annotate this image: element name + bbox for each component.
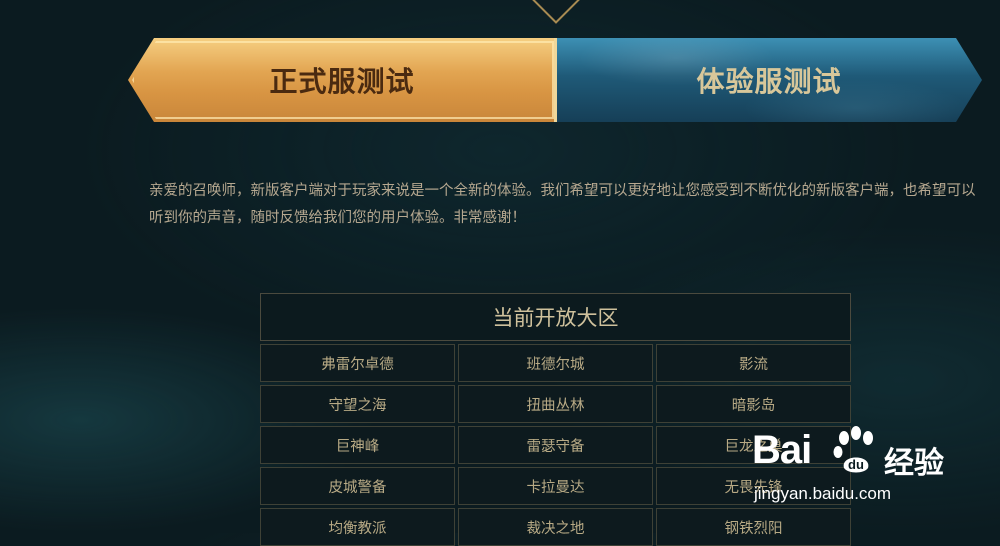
server-cell[interactable]: 弗雷尔卓德 [260, 344, 455, 382]
server-cell[interactable]: 班德尔城 [458, 344, 653, 382]
server-cell[interactable]: 巨龙之巢 [656, 426, 851, 464]
server-table: 当前开放大区 弗雷尔卓德 班德尔城 影流 守望之海 扭曲丛林 暗影岛 巨神峰 雷… [260, 293, 851, 546]
tab-formal-server-test[interactable]: 正式服测试 [128, 38, 556, 122]
server-cell[interactable]: 均衡教派 [260, 508, 455, 546]
server-cell[interactable]: 无畏先锋 [656, 467, 851, 505]
server-cell[interactable]: 皮城警备 [260, 467, 455, 505]
server-cell[interactable]: 暗影岛 [656, 385, 851, 423]
test-tabs: 正式服测试 体验服测试 [128, 38, 982, 122]
tab-experience-label: 体验服测试 [696, 65, 842, 98]
server-cell[interactable]: 雷瑟守备 [458, 426, 653, 464]
tab-experience-server-test[interactable]: 体验服测试 [556, 38, 982, 122]
server-cell[interactable]: 守望之海 [260, 385, 455, 423]
server-cell[interactable]: 裁决之地 [458, 508, 653, 546]
server-cell[interactable]: 影流 [656, 344, 851, 382]
server-table-title: 当前开放大区 [260, 293, 851, 341]
server-cell[interactable]: 巨神峰 [260, 426, 455, 464]
watermark-brand-cn: 经验 [884, 446, 944, 481]
server-cell[interactable]: 钢铁烈阳 [656, 508, 851, 546]
tab-divider [554, 38, 557, 122]
server-cell[interactable]: 卡拉曼达 [458, 467, 653, 505]
server-cell[interactable]: 扭曲丛林 [458, 385, 653, 423]
intro-text: 亲爱的召唤师，新版客户端对于玩家来说是一个全新的体验。我们希望可以更好地让您感受… [149, 183, 976, 226]
server-grid: 弗雷尔卓德 班德尔城 影流 守望之海 扭曲丛林 暗影岛 巨神峰 雷瑟守备 巨龙之… [260, 344, 851, 546]
tab-formal-label: 正式服测试 [269, 65, 415, 98]
top-emblem [529, 0, 583, 24]
